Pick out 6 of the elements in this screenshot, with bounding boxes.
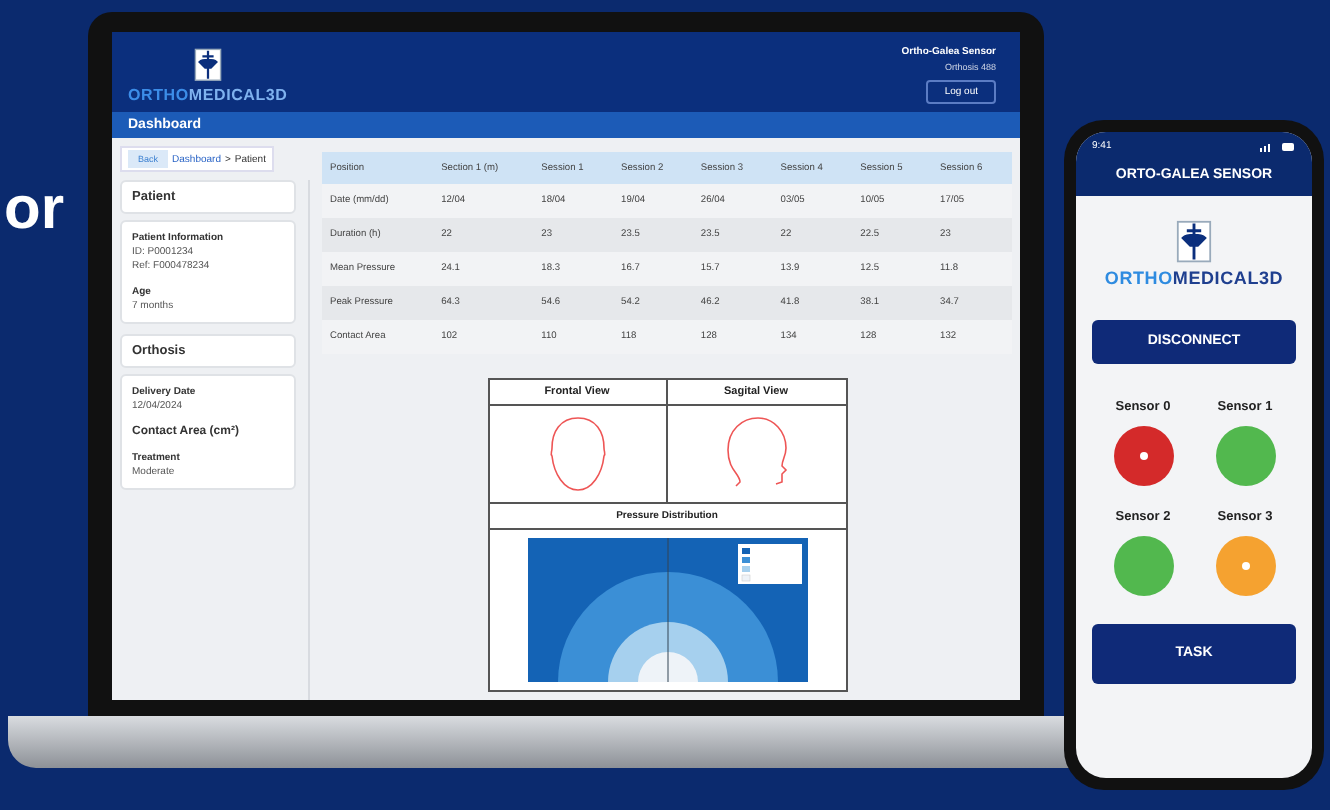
logo-text: ORTHOMEDICAL3D xyxy=(1104,267,1284,288)
logo-icon xyxy=(193,48,222,82)
logo-text: ORTHOMEDICAL3D xyxy=(128,86,288,104)
status-icons-icon xyxy=(1260,141,1296,151)
headline-text: or xyxy=(4,174,66,246)
logo-icon xyxy=(1175,220,1212,264)
